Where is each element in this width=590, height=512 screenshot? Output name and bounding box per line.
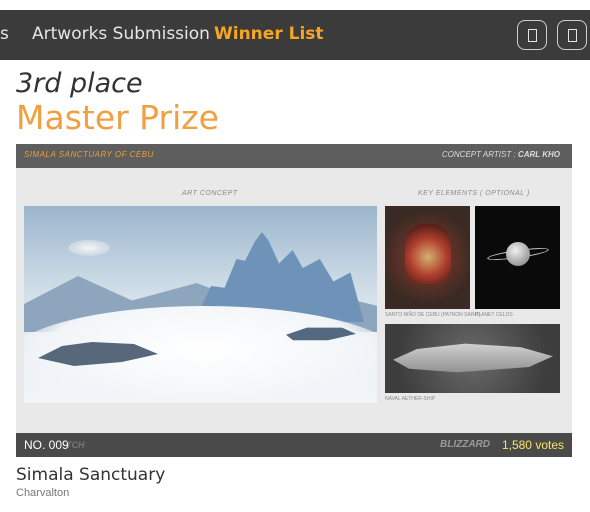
- artwork-header-bar: SIMALA SANCTUARY OF CEBU CONCEPT ARTIST …: [16, 144, 572, 168]
- rectangle-icon: [528, 29, 537, 42]
- key-element-relic: [385, 206, 470, 309]
- key-caption-2: PLANET CELOS: [475, 312, 513, 318]
- nav-button-a[interactable]: [517, 20, 547, 50]
- artwork-title: SIMALA SANCTUARY OF CEBU: [24, 150, 154, 159]
- key-element-planet: [475, 206, 560, 309]
- award-place: 3rd place: [16, 68, 143, 99]
- nav-item-artworks-submission[interactable]: Artworks Submission: [32, 24, 210, 44]
- artwork-footer-bar: NO. 009 TCH BLIZZARD 1,580 votes: [16, 433, 572, 457]
- entry-author[interactable]: Charvalton: [16, 487, 69, 499]
- key-caption-1: SANTO NIÑO DE CEBU (PATRON SAINT): [385, 312, 481, 318]
- top-navbar: s Artworks Submission Winner List: [0, 10, 590, 60]
- nav-item-previous[interactable]: s: [0, 24, 9, 44]
- key-elements-label: KEY ELEMENTS ( OPTIONAL ): [418, 190, 530, 197]
- rectangle-icon: [568, 29, 577, 42]
- event-logo: TCH: [66, 440, 85, 450]
- key-caption-3: NAVAL AETHER-SHIP: [385, 396, 436, 402]
- concept-art-painting: [24, 206, 377, 403]
- entry-title[interactable]: Simala Sanctuary: [16, 465, 165, 485]
- nav-button-b[interactable]: [557, 20, 587, 50]
- vote-count: 1,580 votes: [501, 438, 564, 452]
- artwork-artist: CONCEPT ARTIST : CARL KHO: [441, 150, 560, 159]
- artwork-image[interactable]: SIMALA SANCTUARY OF CEBU CONCEPT ARTIST …: [16, 144, 572, 457]
- key-element-ship: [385, 324, 560, 393]
- entry-number: NO. 009: [24, 438, 69, 452]
- nav-item-winner-list[interactable]: Winner List: [214, 24, 324, 44]
- award-prize: Master Prize: [16, 98, 219, 137]
- art-concept-label: ART CONCEPT: [182, 190, 238, 197]
- brand-logo: BLIZZARD: [440, 439, 490, 450]
